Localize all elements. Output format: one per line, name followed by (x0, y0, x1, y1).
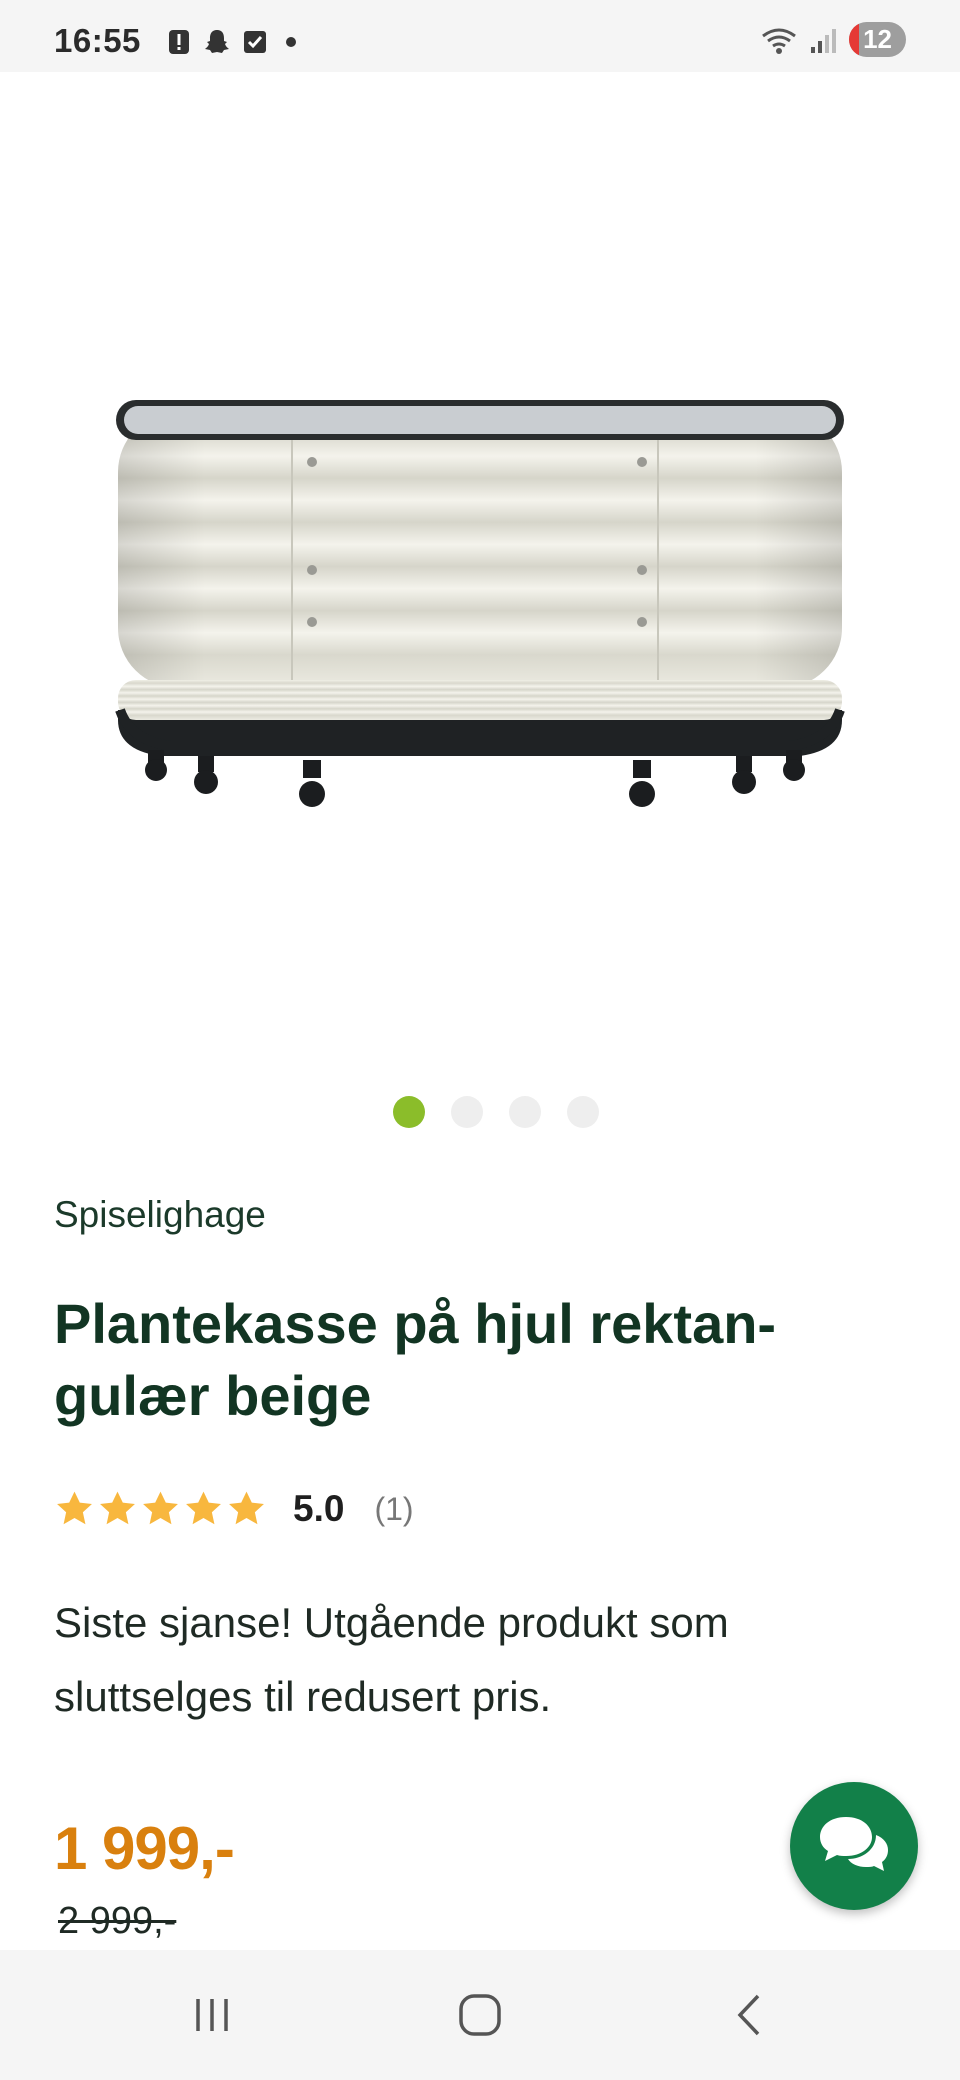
alert-icon (169, 30, 189, 54)
carousel-dot-3[interactable] (509, 1096, 541, 1128)
wifi-icon (762, 28, 796, 54)
recent-apps-icon[interactable] (182, 1985, 242, 2045)
rating-count: (1) (374, 1490, 414, 1527)
chat-bubbles-icon (820, 1817, 888, 1871)
product-title: Plantekasse på hjul rektan- gulær beige (54, 1288, 904, 1432)
star-icon (57, 1491, 92, 1524)
back-icon[interactable] (720, 1985, 780, 2045)
star-icon (186, 1491, 221, 1524)
product-title-line-1: Plantekasse på hjul rektan- (54, 1292, 777, 1355)
star-icon (229, 1491, 264, 1524)
product-price: 1 999,- (54, 1815, 235, 1882)
product-old-price: 2 999,- (58, 1900, 177, 1942)
product-title-line-2: gulær beige (54, 1364, 372, 1427)
status-system-icons: 12 (759, 22, 906, 57)
star-icon (143, 1491, 178, 1524)
system-nav-bar (0, 1950, 960, 2080)
carousel-dot-1[interactable] (393, 1096, 425, 1128)
rating-value: 5.0 (293, 1488, 345, 1529)
snapchat-icon (205, 30, 229, 53)
chat-button[interactable] (790, 1782, 918, 1910)
status-notification-icons (166, 28, 296, 56)
rating-stars (54, 1489, 267, 1530)
product-category[interactable]: Spiselighage (54, 1194, 266, 1236)
product-rating[interactable]: 5.0 (1) (54, 1488, 414, 1530)
status-time: 16:55 (54, 22, 141, 59)
star-icon (100, 1491, 135, 1524)
dot-icon (286, 37, 296, 47)
carousel-dot-4[interactable] (567, 1096, 599, 1128)
battery-indicator: 12 (849, 22, 906, 57)
product-notice: Siste sjanse! Utgående produkt som slutt… (54, 1599, 729, 1720)
carousel-dot-2[interactable] (451, 1096, 483, 1128)
signal-icon (811, 28, 837, 53)
status-bar: 16:55 12 (0, 0, 960, 72)
carousel-dots (0, 1096, 960, 1128)
check-icon (244, 31, 266, 53)
home-icon[interactable] (450, 1985, 510, 2045)
plant-box-image[interactable] (60, 110, 900, 1060)
